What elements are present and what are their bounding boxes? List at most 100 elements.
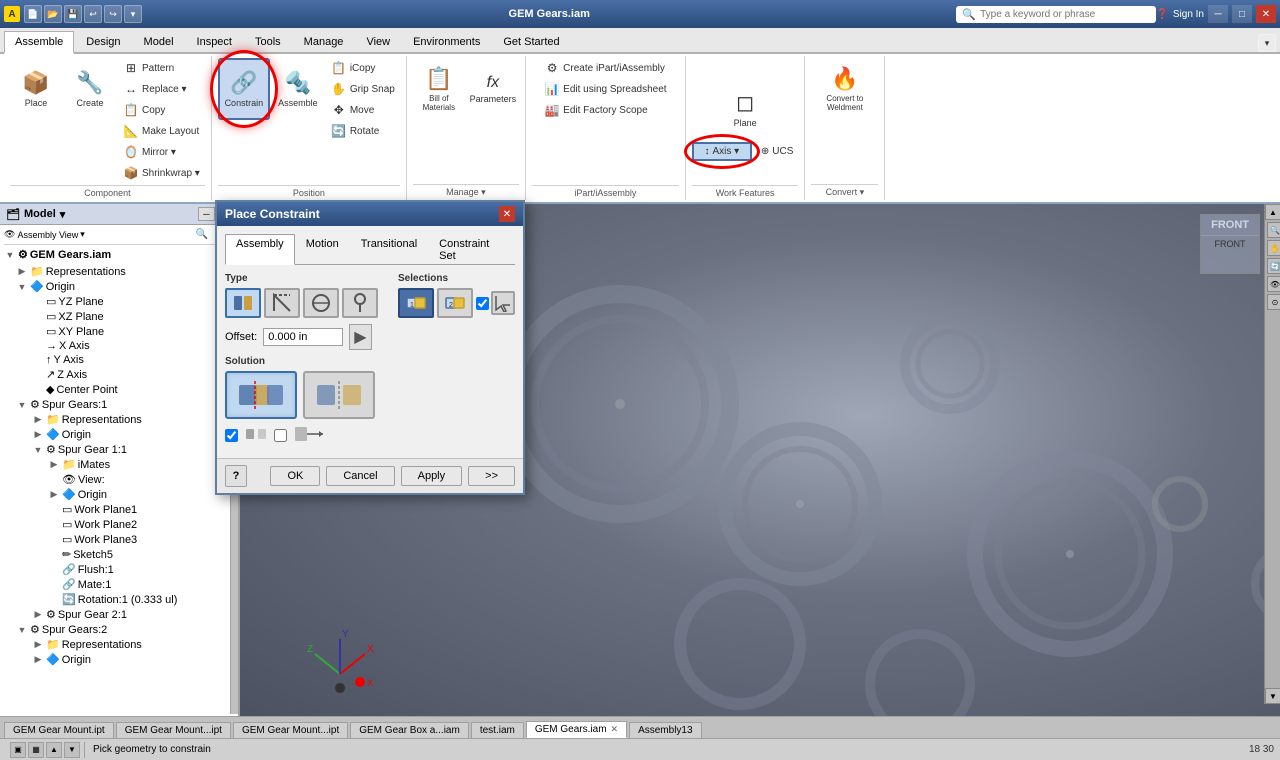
signin-label[interactable]: Sign In xyxy=(1173,9,1204,20)
zoom-tool[interactable]: 🔍 xyxy=(1267,222,1280,238)
dialog-tab-assembly[interactable]: Assembly xyxy=(225,234,295,265)
tree-item-view[interactable]: 👁 View: xyxy=(0,472,238,487)
scroll-up[interactable]: ▲ xyxy=(1265,204,1280,220)
tree-item-center-point[interactable]: ◆ Center Point xyxy=(0,382,238,397)
search-input[interactable] xyxy=(980,9,1130,20)
doc-tab-2[interactable]: GEM Gear Mount...ipt xyxy=(233,722,348,738)
bottom-icon-4[interactable]: ▼ xyxy=(64,742,80,758)
search-box[interactable]: 🔍 ▾ xyxy=(956,6,1156,23)
tree-item-representations[interactable]: ▶ 📁 Representations xyxy=(0,264,238,279)
solution-btn-1[interactable] xyxy=(225,371,297,419)
place-button[interactable]: 📦 Place xyxy=(10,58,62,120)
tree-item-spurgear2[interactable]: ▶ ⚙ Spur Gear 2:1 xyxy=(0,607,238,622)
create-button[interactable]: 🔧 Create xyxy=(64,58,116,120)
make-layout-button[interactable]: 📐Make Layout xyxy=(118,121,205,141)
tree-root[interactable]: ▼ ⚙ GEM Gears.iam xyxy=(0,247,238,262)
filter-btn[interactable]: 🔍 xyxy=(191,227,213,242)
icopy-button[interactable]: 📋iCopy xyxy=(326,58,400,78)
create-ipart-button[interactable]: ⚙Create iPart/iAssembly xyxy=(539,58,671,78)
bom-button[interactable]: 📋 Bill ofMaterials xyxy=(413,58,465,120)
tree-item-origin[interactable]: ▼ 🔷 Origin xyxy=(0,279,238,294)
tree-item-flush1[interactable]: 🔗 Flush:1 xyxy=(0,562,238,577)
tree-item-workplane2[interactable]: ▭ Work Plane2 xyxy=(0,517,238,532)
type-tangent-btn[interactable] xyxy=(303,288,339,318)
constrain-button[interactable]: 🔗 Constrain xyxy=(218,58,270,120)
tree-item-imates[interactable]: ▶ 📁 iMates xyxy=(0,457,238,472)
tree-item-workplane3[interactable]: ▭ Work Plane3 xyxy=(0,532,238,547)
help-button[interactable]: ? xyxy=(225,465,247,487)
tab-assemble[interactable]: Assemble xyxy=(4,31,74,54)
dialog-tab-transitional[interactable]: Transitional xyxy=(350,234,428,265)
doc-tab-close[interactable]: ✕ xyxy=(611,724,619,735)
undo-btn[interactable]: ↩ xyxy=(84,5,102,23)
axis-button[interactable]: ↕ Axis ▾ xyxy=(692,142,752,161)
edit-factory-scope-button[interactable]: 🏭Edit Factory Scope xyxy=(539,100,671,120)
assemble-button[interactable]: 🔩 Assemble xyxy=(272,58,324,120)
bottom-icon-1[interactable]: ▣ xyxy=(10,742,26,758)
doc-tab-3[interactable]: GEM Gear Box a...iam xyxy=(350,722,469,738)
ok-button[interactable]: OK xyxy=(270,466,320,486)
viewport-scrollbar-v[interactable]: ▲ 🔍 ✋ 🔄 👁 ⊙ ▼ xyxy=(1264,204,1280,704)
open-btn[interactable]: 📂 xyxy=(44,5,62,23)
redo-btn[interactable]: ↪ xyxy=(104,5,122,23)
tree-item-origin3[interactable]: ▶ 🔷 Origin xyxy=(0,487,238,502)
tree-item-z-axis[interactable]: ↗ Z Axis xyxy=(0,367,238,382)
move-button[interactable]: ✥Move xyxy=(326,100,400,120)
cancel-button[interactable]: Cancel xyxy=(326,466,394,486)
doc-tab-1[interactable]: GEM Gear Mount...ipt xyxy=(116,722,231,738)
restore-btn[interactable]: □ xyxy=(1232,5,1252,23)
navigation-cube[interactable]: FRONT xyxy=(1200,214,1260,274)
dialog-tab-motion[interactable]: Motion xyxy=(295,234,350,265)
help-icon[interactable]: ❓ xyxy=(1156,9,1168,20)
preview-checkbox[interactable] xyxy=(225,429,238,442)
tree-item-xy-plane[interactable]: ▭ XY Plane xyxy=(0,324,238,339)
sel-extra-btn[interactable] xyxy=(491,291,515,315)
alt-checkbox[interactable] xyxy=(274,429,287,442)
tree-item-y-axis[interactable]: ↑ Y Axis xyxy=(0,353,238,367)
type-mate-btn[interactable] xyxy=(225,288,261,318)
tab-manage[interactable]: Manage xyxy=(293,31,355,52)
tab-view[interactable]: View xyxy=(355,31,401,52)
scroll-down[interactable]: ▼ xyxy=(1265,688,1280,704)
tree-item-rotation1[interactable]: 🔄 Rotation:1 (0.333 ul) xyxy=(0,592,238,607)
save-btn[interactable]: 💾 xyxy=(64,5,82,23)
sel-checkbox[interactable] xyxy=(476,297,489,310)
plane-button[interactable]: ◻ Plane xyxy=(723,80,767,138)
bottom-icon-3[interactable]: ▲ xyxy=(46,742,62,758)
more-button[interactable]: >> xyxy=(468,466,515,486)
tab-environments[interactable]: Environments xyxy=(402,31,491,52)
tree-item-sketch5[interactable]: ✏ Sketch5 xyxy=(0,547,238,562)
tree-item-spurgear1[interactable]: ▼ ⚙ Spur Gear 1:1 xyxy=(0,442,238,457)
mirror-button[interactable]: 🪞Mirror ▾ xyxy=(118,142,205,162)
look-at-tool[interactable]: 👁 xyxy=(1267,276,1280,292)
tree-item-origin4[interactable]: ▶ 🔷 Origin xyxy=(0,652,238,667)
doc-tab-6[interactable]: Assembly13 xyxy=(629,722,701,738)
convert-weldment-button[interactable]: 🔥 Convert toWeldment xyxy=(819,58,871,120)
offset-expand-btn[interactable]: ▶ xyxy=(349,324,371,350)
rotate-tool[interactable]: 🔄 xyxy=(1267,258,1280,274)
shrinkwrap-button[interactable]: 📦Shrinkwrap ▾ xyxy=(118,163,205,183)
ribbon-toggle[interactable]: ▾ xyxy=(1258,34,1276,52)
tab-model[interactable]: Model xyxy=(133,31,185,52)
tree-item-origin2[interactable]: ▶ 🔷 Origin xyxy=(0,427,238,442)
panel-minimize[interactable]: ─ xyxy=(198,207,214,221)
sel-2-btn[interactable]: 2 xyxy=(437,288,473,318)
tab-get-started[interactable]: Get Started xyxy=(492,31,570,52)
replace-button[interactable]: ↔Replace ▾ xyxy=(118,79,205,99)
tree-item-xz-plane[interactable]: ▭ XZ Plane xyxy=(0,309,238,324)
apply-button[interactable]: Apply xyxy=(401,466,463,486)
sel-1-btn[interactable]: 1 xyxy=(398,288,434,318)
tree-item-mate1[interactable]: 🔗 Mate:1 xyxy=(0,577,238,592)
ucs-button[interactable]: ⊕UCS xyxy=(756,142,799,161)
type-insert-btn[interactable] xyxy=(342,288,378,318)
options-btn[interactable]: ▾ xyxy=(124,5,142,23)
parameters-button[interactable]: fx Parameters xyxy=(467,58,519,120)
assembly-view-selector[interactable]: 👁 Assembly View ▾ xyxy=(4,229,189,240)
doc-tab-5[interactable]: GEM Gears.iam ✕ xyxy=(526,721,627,738)
pan-tool[interactable]: ✋ xyxy=(1267,240,1280,256)
new-btn[interactable]: 📄 xyxy=(24,5,42,23)
orbit-tool[interactable]: ⊙ xyxy=(1267,294,1280,310)
type-angle-btn[interactable] xyxy=(264,288,300,318)
close-btn[interactable]: ✕ xyxy=(1256,5,1276,23)
solution-btn-2[interactable] xyxy=(303,371,375,419)
